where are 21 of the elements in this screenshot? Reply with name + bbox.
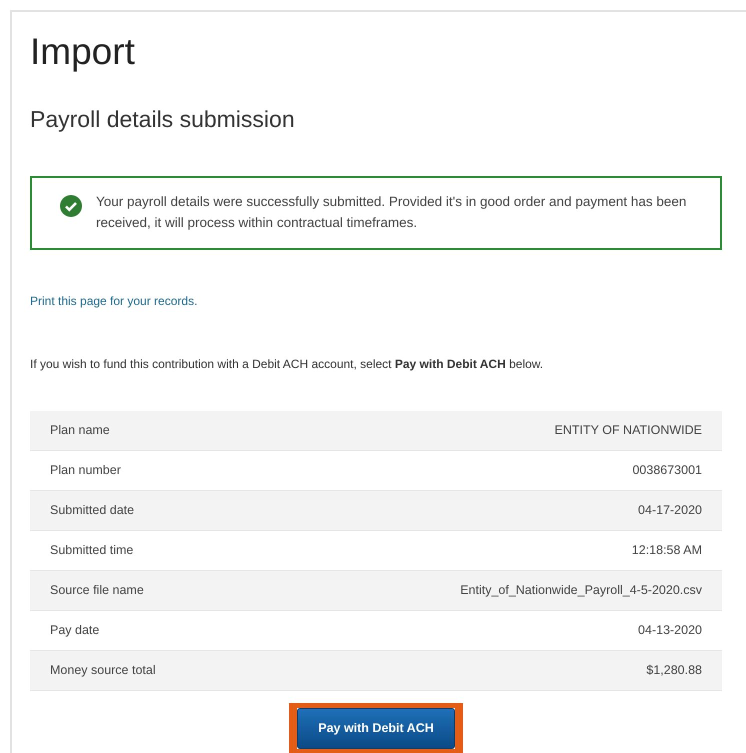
detail-label: Plan number	[50, 462, 121, 479]
detail-value: Entity_of_Nationwide_Payroll_4-5-2020.csv	[460, 582, 702, 599]
page-subtitle: Payroll details submission	[30, 106, 296, 134]
pay-button[interactable]: Pay with Debit ACH	[297, 708, 455, 749]
detail-value: 04-17-2020	[638, 502, 702, 519]
instruction-text: If you wish to fund this contribution with a Debit ACH account, select Pay with Debit ACH below.	[30, 356, 544, 373]
detail-label: Submitted time	[50, 542, 134, 559]
check-circle-icon	[60, 194, 82, 217]
page-title: Import	[30, 30, 136, 74]
detail-label: Pay date	[50, 622, 100, 639]
detail-label: Money source total	[50, 662, 156, 679]
detail-value: 0038673001	[632, 462, 702, 479]
detail-value: 12:18:58 AM	[632, 542, 702, 559]
detail-label: Source file name	[50, 582, 144, 599]
detail-value: 04-13-2020	[638, 622, 702, 639]
alert-message: Your payroll details were successfully submitted. Provided it's in good order and payment has been received, it will process within contractual timeframes.	[96, 192, 688, 232]
detail-value: $1,280.88	[646, 662, 702, 679]
print-link[interactable]: Print this page for your records.	[30, 292, 198, 310]
detail-label: Plan name	[50, 422, 110, 439]
detail-label: Submitted date	[50, 502, 134, 519]
detail-value: ENTITY OF NATIONWIDE	[554, 422, 702, 439]
